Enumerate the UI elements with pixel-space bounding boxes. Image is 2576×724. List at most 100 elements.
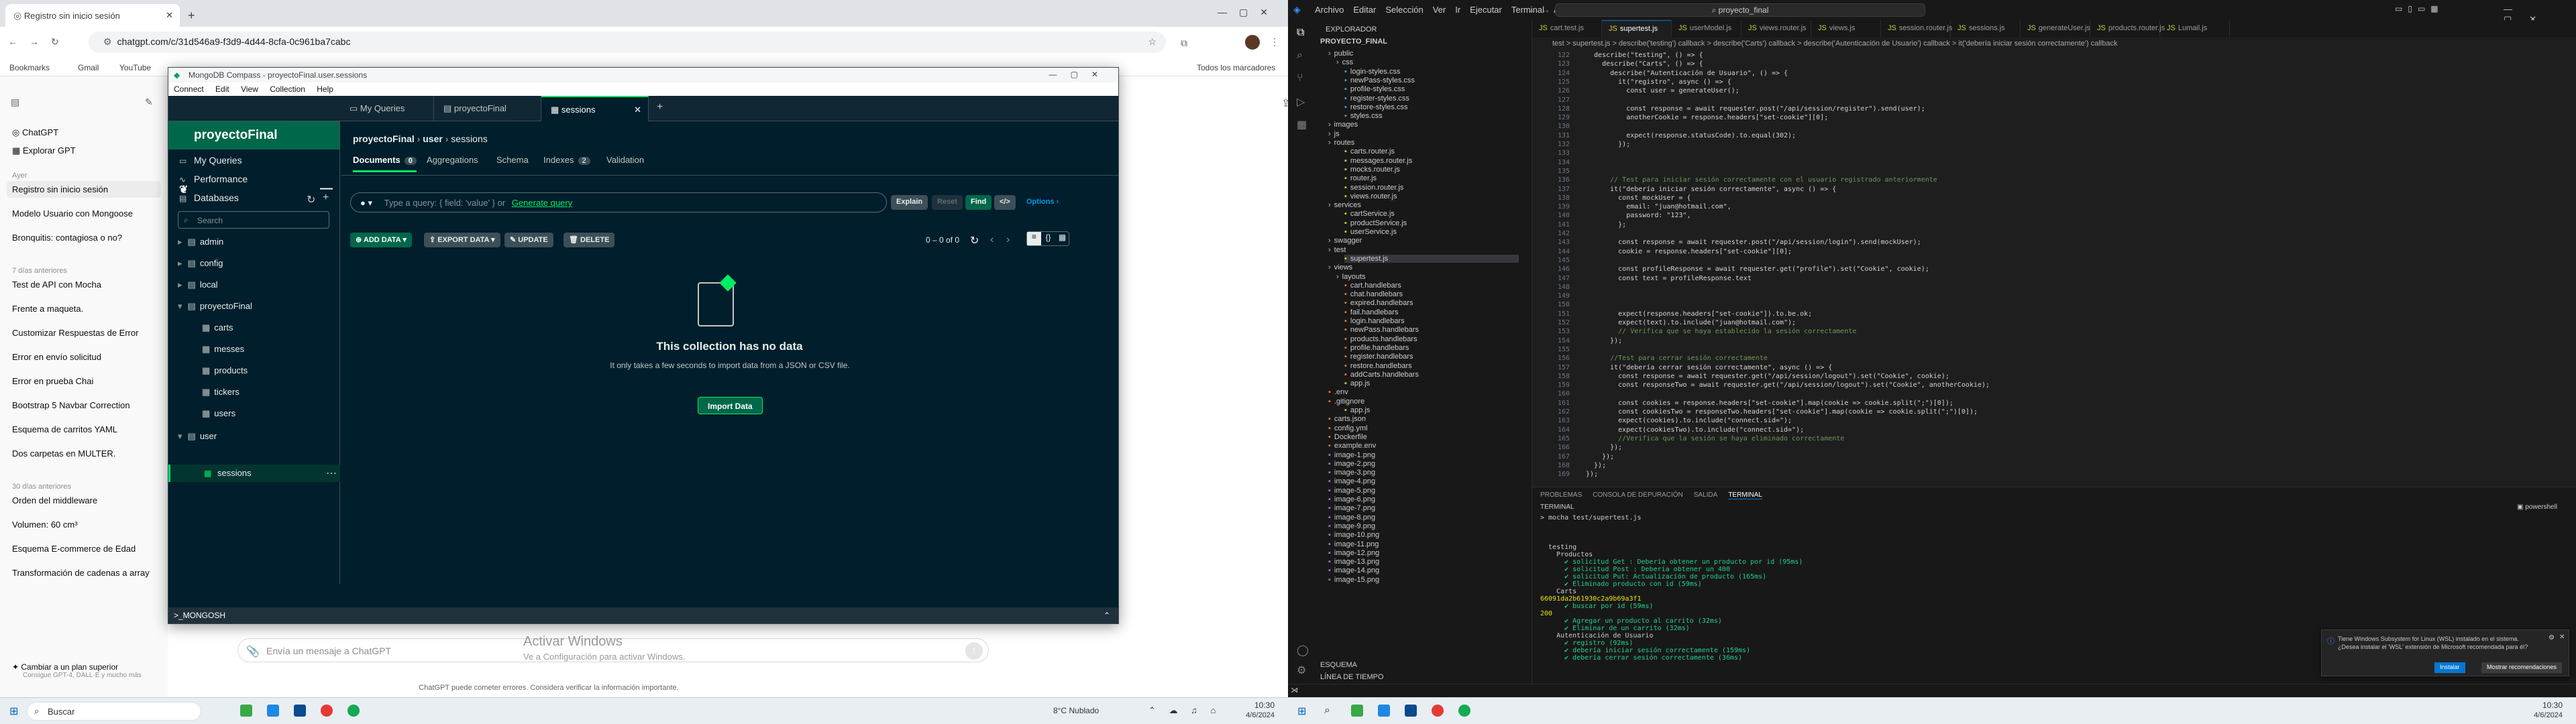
- explorer-file[interactable]: ▪ Dockerfile: [1328, 433, 1367, 441]
- find-button[interactable]: Find: [965, 195, 992, 210]
- tree-item-collection[interactable]: ▦ carts: [202, 322, 233, 333]
- tree-item-sessions[interactable]: ▦ sessions ⋯: [168, 465, 340, 482]
- add-data-button[interactable]: ⊕ ADD DATA ▾: [350, 233, 412, 247]
- chat-history-item[interactable]: Transformación de cadenas a array: [12, 568, 153, 578]
- forward-icon[interactable]: →: [30, 36, 39, 47]
- close-tab-icon[interactable]: ✕: [166, 10, 173, 21]
- remote-icon[interactable]: ⋊: [1291, 686, 1298, 695]
- explorer-file[interactable]: ▪ newPass.handlebars: [1344, 326, 1419, 334]
- explorer-file[interactable]: ▪ profile-styles.css: [1344, 85, 1405, 93]
- explorer-file[interactable]: ▪ app.js: [1344, 379, 1370, 387]
- explorer-file[interactable]: ▪ image-13.png: [1328, 558, 1379, 566]
- prev-page-icon[interactable]: ‹: [990, 234, 994, 246]
- chat-history-item[interactable]: Bootstrap 5 Navbar Correction: [12, 400, 153, 410]
- chevron-icon[interactable]: ▾: [178, 301, 182, 311]
- weather-widget[interactable]: 8°C Nublado: [1053, 706, 1099, 715]
- explorer-file[interactable]: ▪ image-8.png: [1328, 514, 1375, 522]
- explorer-file[interactable]: ▪ register.handlebars: [1344, 353, 1413, 361]
- query-options-icon[interactable]: ● ▾: [360, 198, 372, 208]
- bookmark-star-icon[interactable]: ☆: [1148, 36, 1157, 48]
- bookmark-item[interactable]: Gmail: [78, 63, 99, 72]
- windows-start-icon[interactable]: ⊞: [9, 705, 18, 718]
- explorer-file[interactable]: ▪ image-11.png: [1328, 540, 1379, 548]
- explorer-file[interactable]: ▪ image-14.png: [1328, 566, 1379, 575]
- account-icon[interactable]: ◯: [1297, 644, 1309, 657]
- explorer-file[interactable]: ▪ register-styles.css: [1344, 95, 1409, 103]
- explorer-file[interactable]: ▪ userService.js: [1344, 228, 1397, 236]
- import-data-button[interactable]: Import Data: [698, 397, 763, 414]
- clock-date[interactable]: 4/6/2024: [1228, 711, 1275, 719]
- back-icon[interactable]: ←: [8, 36, 17, 47]
- extensions-icon[interactable]: ⧉: [1181, 38, 1187, 49]
- bookmark-item[interactable]: YouTube: [119, 63, 151, 72]
- refresh-icon[interactable]: ↻: [970, 234, 979, 247]
- chat-history-item[interactable]: Error en prueba Chai: [12, 376, 153, 386]
- code-editor[interactable]: 122 describe("testing", () => {123 descr…: [1532, 51, 2576, 487]
- address-bar[interactable]: ⚙ chatgpt.com/c/31d546a9-f3d9-4d44-8cfa-0…: [89, 32, 1166, 53]
- editor-tab[interactable]: JS views.js: [1811, 20, 1881, 38]
- tree-item-database[interactable]: ▸ ▤ admin: [178, 237, 223, 247]
- timeline-section[interactable]: LÍNEA DE TIEMPO: [1320, 673, 1384, 681]
- breadcrumb-item[interactable]: proyectoFinal: [353, 133, 415, 144]
- explorer-file[interactable]: ▪ cart.handlebars: [1344, 282, 1401, 290]
- chrome-app-icon[interactable]: [1432, 705, 1444, 717]
- explorer-file[interactable]: ▪ carts.json: [1328, 415, 1366, 423]
- menu-edit[interactable]: Edit: [215, 84, 229, 94]
- editor-tab[interactable]: JS cart.test.js: [1532, 20, 1602, 38]
- chevron-icon[interactable]: ▸: [178, 280, 182, 290]
- menu-ejecutar[interactable]: Ejecutar: [1470, 5, 1502, 15]
- breadcrumb-item[interactable]: user: [423, 133, 443, 144]
- explorer-file[interactable]: ▪ login-styles.css: [1344, 68, 1400, 76]
- chrome-menu-icon[interactable]: ⋮: [1270, 36, 1279, 48]
- subtab-validation[interactable]: Validation: [606, 155, 644, 170]
- chevron-icon[interactable]: ▾: [178, 431, 182, 441]
- terminal-app-icon[interactable]: [1351, 705, 1363, 717]
- subtab-documents[interactable]: Documents 0: [353, 155, 417, 172]
- explorer-file[interactable]: ▪ login.handlebars: [1344, 317, 1405, 325]
- explorer-folder[interactable]: › js: [1328, 130, 1340, 138]
- command-center[interactable]: ⌕ proyecto_final: [1555, 3, 1925, 17]
- explorer-file[interactable]: ▪ supertest.js: [1344, 254, 1519, 263]
- query-bar[interactable]: ● ▾ Type a query: { field: 'value' } or …: [350, 192, 887, 213]
- explorer-file[interactable]: ▪ image-2.png: [1328, 460, 1375, 468]
- explorer-folder[interactable]: › routes: [1328, 139, 1354, 147]
- tree-item-collection[interactable]: ▦ tickers: [202, 387, 239, 398]
- sidebar-search-input[interactable]: ⌕ Search: [178, 211, 329, 229]
- tree-item-collection[interactable]: ▦ messes: [202, 344, 244, 355]
- source-control-icon[interactable]: ⑂: [1297, 72, 1303, 84]
- vscode-app-icon[interactable]: [1378, 705, 1390, 717]
- chat-history-item[interactable]: Esquema E-commerce de Edad: [12, 544, 153, 554]
- explorer-folder[interactable]: › swagger: [1328, 237, 1362, 245]
- explorer-file[interactable]: ▪ expired.handlebars: [1344, 299, 1413, 307]
- explorer-file[interactable]: ▪ styles.css: [1344, 112, 1383, 120]
- update-button[interactable]: ✎ UPDATE: [504, 233, 553, 247]
- subtab-indexes[interactable]: Indexes 2: [543, 155, 590, 170]
- explorer-icon[interactable]: ⧉: [1297, 27, 1304, 39]
- nav-chatgpt[interactable]: ◎ ChatGPT: [12, 127, 153, 138]
- export-data-button[interactable]: ⇪ EXPORT DATA ▾: [424, 233, 500, 247]
- recommendations-button[interactable]: Mostrar recomendaciones: [2481, 662, 2563, 673]
- chat-history-item[interactable]: Customizar Respuestas de Error: [12, 328, 153, 338]
- editor-tab[interactable]: JS products.router.js: [2090, 20, 2165, 38]
- mongosh-bar[interactable]: >_MONGOSH ⌃: [168, 607, 1118, 623]
- explorer-file[interactable]: ▪ session.router.js: [1344, 184, 1403, 192]
- editor-tab[interactable]: JS userModel.js: [1672, 20, 1741, 38]
- explorer-file[interactable]: ▪ mocks.router.js: [1344, 166, 1400, 174]
- chat-history-item[interactable]: Modelo Usuario con Mongoose: [12, 208, 153, 219]
- editor-tab[interactable]: JS generateUser.js: [2021, 20, 2090, 38]
- list-view-icon[interactable]: ≡: [1027, 232, 1041, 245]
- explorer-file[interactable]: ▪ .gitignore: [1328, 398, 1364, 406]
- notification-gear-icon[interactable]: ⚙: [2548, 634, 2555, 642]
- subtab-schema[interactable]: Schema: [496, 155, 529, 170]
- explorer-file[interactable]: ▪ example.env: [1328, 442, 1376, 450]
- menu-connect[interactable]: Connect: [174, 84, 204, 94]
- new-tab-button[interactable]: +: [651, 96, 668, 121]
- search-icon[interactable]: ⌕: [1324, 705, 1330, 717]
- connection-header[interactable]: proyectoFinal ❦ —: [168, 121, 339, 196]
- bookmark-item[interactable]: Bookmarks: [9, 63, 50, 72]
- explorer-folder[interactable]: › test: [1328, 246, 1346, 254]
- explorer-folder[interactable]: › css: [1336, 58, 1353, 66]
- tree-item-collection[interactable]: ▦ products: [202, 365, 248, 376]
- send-button[interactable]: ↑: [965, 642, 983, 660]
- chat-history-item[interactable]: Dos carpetas en MULTER.: [12, 448, 153, 459]
